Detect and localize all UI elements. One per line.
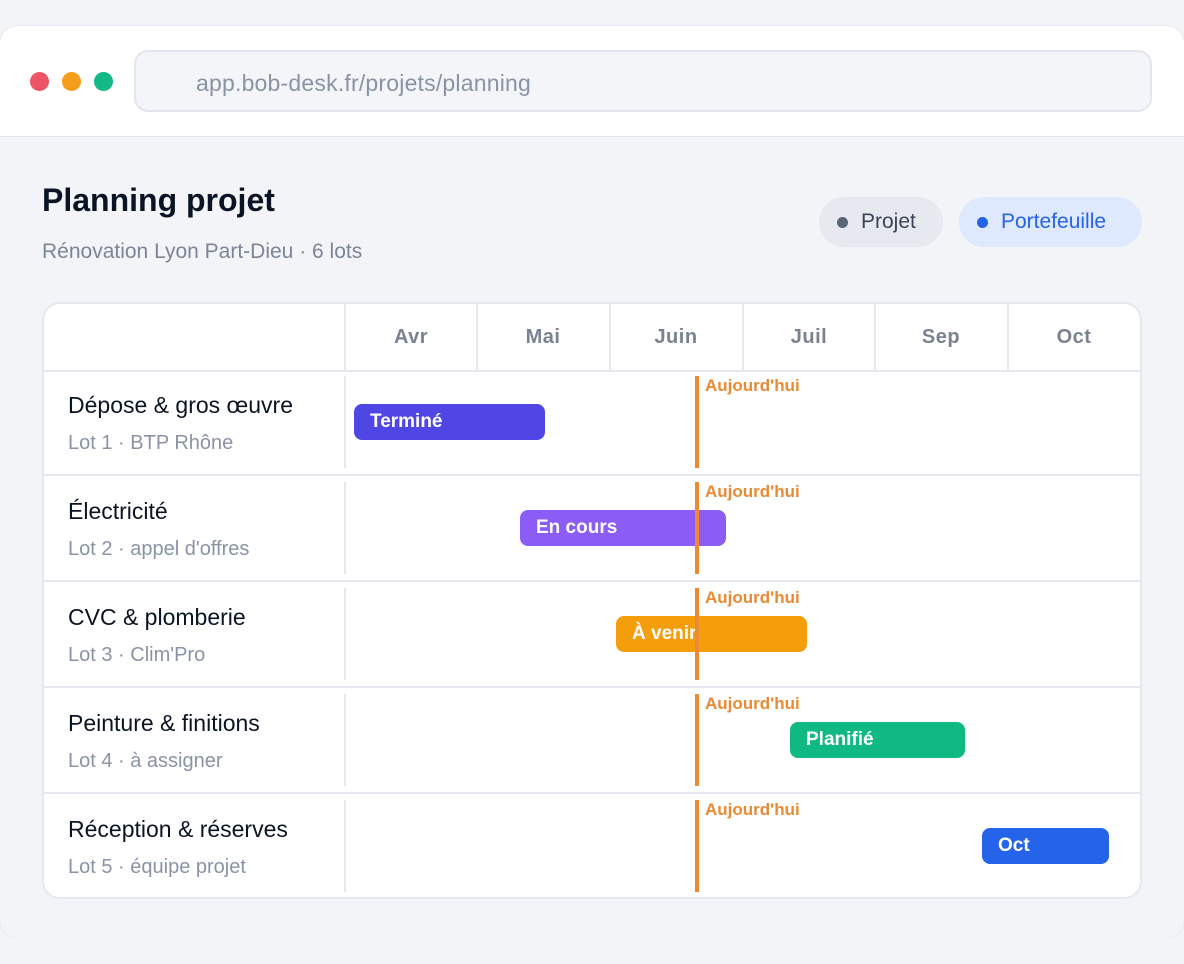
row-divider	[344, 482, 346, 574]
task-bar[interactable]: Terminé	[354, 404, 545, 440]
month-header: Avr	[344, 304, 476, 370]
today-marker	[695, 694, 699, 786]
month-header: Juil	[742, 304, 874, 370]
row-divider	[344, 376, 346, 468]
month-header: Oct	[1007, 304, 1139, 370]
gantt-row[interactable]: CVC & plomberie Lot 3 · Clim'Pro À venir…	[44, 582, 1140, 688]
task-bar[interactable]: Oct	[982, 828, 1109, 864]
browser-window: app.bob-desk.fr/projets/planning Plannin…	[0, 26, 1184, 938]
row-name: Dépose & gros œuvre	[68, 392, 293, 418]
gantt-row[interactable]: Réception & réserves Lot 5 · équipe proj…	[44, 794, 1140, 897]
row-name: Électricité	[68, 498, 168, 524]
row-name: Peinture & finitions	[68, 710, 260, 736]
today-marker	[695, 588, 699, 680]
toggle-dot-icon	[837, 217, 848, 228]
page-subtitle: Rénovation Lyon Part-Dieu · 6 lots	[42, 240, 363, 263]
today-label: Aujourd'hui	[705, 800, 800, 819]
row-divider	[344, 694, 346, 786]
minimize-window-button[interactable]	[62, 72, 81, 91]
toggle-projet-label: Projet	[861, 210, 916, 233]
gantt-row[interactable]: Dépose & gros œuvre Lot 1 · BTP Rhône Te…	[44, 370, 1140, 476]
toggle-portefeuille-label: Portefeuille	[1001, 210, 1107, 233]
maximize-window-button[interactable]	[94, 72, 113, 91]
address-bar[interactable]: app.bob-desk.fr/projets/planning	[134, 50, 1152, 112]
toggle-projet[interactable]: Projet	[819, 197, 943, 247]
row-divider	[344, 800, 346, 892]
task-bar[interactable]: Planifié	[790, 722, 965, 758]
today-marker	[695, 482, 699, 574]
toggle-portefeuille[interactable]: Portefeuille	[959, 197, 1142, 247]
page-title: Planning projet	[42, 182, 275, 218]
row-subtitle: Lot 5 · équipe projet	[68, 856, 246, 878]
row-name: CVC & plomberie	[68, 604, 246, 630]
today-label: Aujourd'hui	[705, 376, 800, 395]
today-label: Aujourd'hui	[705, 588, 800, 607]
today-label: Aujourd'hui	[705, 482, 800, 501]
today-label: Aujourd'hui	[705, 694, 800, 713]
close-window-button[interactable]	[30, 72, 49, 91]
gantt-header: Avr Mai Juin Juil Sep Oct	[44, 304, 1140, 372]
today-marker	[695, 376, 699, 468]
month-header: Juin	[609, 304, 741, 370]
task-bar[interactable]: À venir	[616, 616, 807, 652]
gantt-row[interactable]: Électricité Lot 2 · appel d'offres En co…	[44, 476, 1140, 582]
row-divider	[344, 588, 346, 680]
row-subtitle: Lot 4 · à assigner	[68, 750, 223, 772]
row-name: Réception & réserves	[68, 816, 288, 842]
today-marker	[695, 800, 699, 892]
row-subtitle: Lot 2 · appel d'offres	[68, 538, 250, 560]
page-bottom	[0, 938, 1184, 964]
row-subtitle: Lot 1 · BTP Rhône	[68, 432, 234, 454]
address-bar-url: app.bob-desk.fr/projets/planning	[196, 70, 532, 96]
row-subtitle: Lot 3 · Clim'Pro	[68, 644, 206, 666]
gantt-card: Avr Mai Juin Juil Sep Oct Dépose & gros …	[42, 302, 1142, 899]
browser-chrome: app.bob-desk.fr/projets/planning	[0, 26, 1184, 137]
toggle-dot-icon	[977, 217, 988, 228]
gantt-row[interactable]: Peinture & finitions Lot 4 · à assigner …	[44, 688, 1140, 794]
month-header: Mai	[476, 304, 608, 370]
month-header: Sep	[874, 304, 1006, 370]
